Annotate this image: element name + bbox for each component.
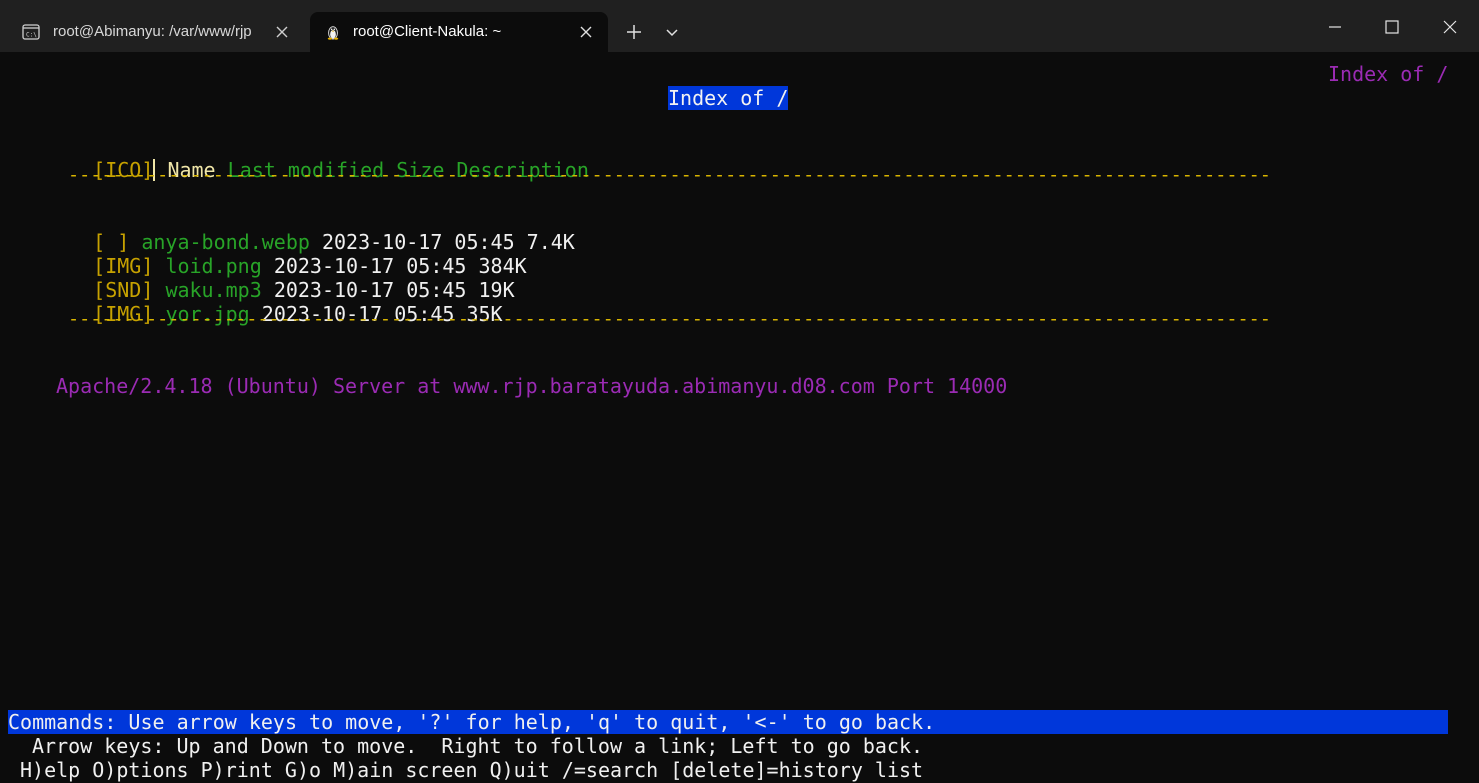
new-tab-icon[interactable] — [622, 20, 646, 44]
svg-text:C:\: C:\ — [26, 32, 37, 39]
terminal-icon: C:\ — [22, 24, 40, 40]
page-title: Index of / — [668, 86, 789, 110]
chevron-down-icon[interactable] — [660, 20, 684, 44]
title-bar: C:\ root@Abimanyu: /var/www/rjp root@Cli… — [0, 0, 1479, 52]
minimize-icon[interactable] — [1320, 14, 1350, 40]
corner-title: Index of / — [1328, 62, 1449, 86]
terminal-area[interactable]: Index of / Index of / [ICO] Name Last mo… — [0, 52, 1479, 783]
menu-hint: H)elp O)ptions P)rint G)o M)ain screen Q… — [20, 758, 924, 782]
close-icon[interactable] — [578, 24, 594, 40]
window-close-icon[interactable] — [1435, 14, 1465, 40]
tab-label: root@Client-Nakula: ~ — [353, 23, 502, 40]
close-icon[interactable] — [274, 24, 290, 40]
commands-hint: Commands: Use arrow keys to move, '?' fo… — [8, 710, 936, 734]
separator-bottom: ----------------------------------------… — [68, 309, 1271, 330]
arrow-keys-hint: Arrow keys: Up and Down to move. Right t… — [32, 734, 924, 758]
server-signature: Apache/2.4.18 (Ubuntu) Server at www.rjp… — [56, 374, 1008, 398]
tab-abimanyu[interactable]: C:\ root@Abimanyu: /var/www/rjp — [8, 12, 304, 52]
maximize-icon[interactable] — [1377, 14, 1407, 40]
linux-penguin-icon — [327, 26, 339, 40]
tab-label: root@Abimanyu: /var/www/rjp — [53, 23, 252, 40]
tab-client-nakula[interactable]: root@Client-Nakula: ~ — [310, 12, 608, 52]
separator-top: ----------------------------------------… — [68, 165, 1271, 186]
